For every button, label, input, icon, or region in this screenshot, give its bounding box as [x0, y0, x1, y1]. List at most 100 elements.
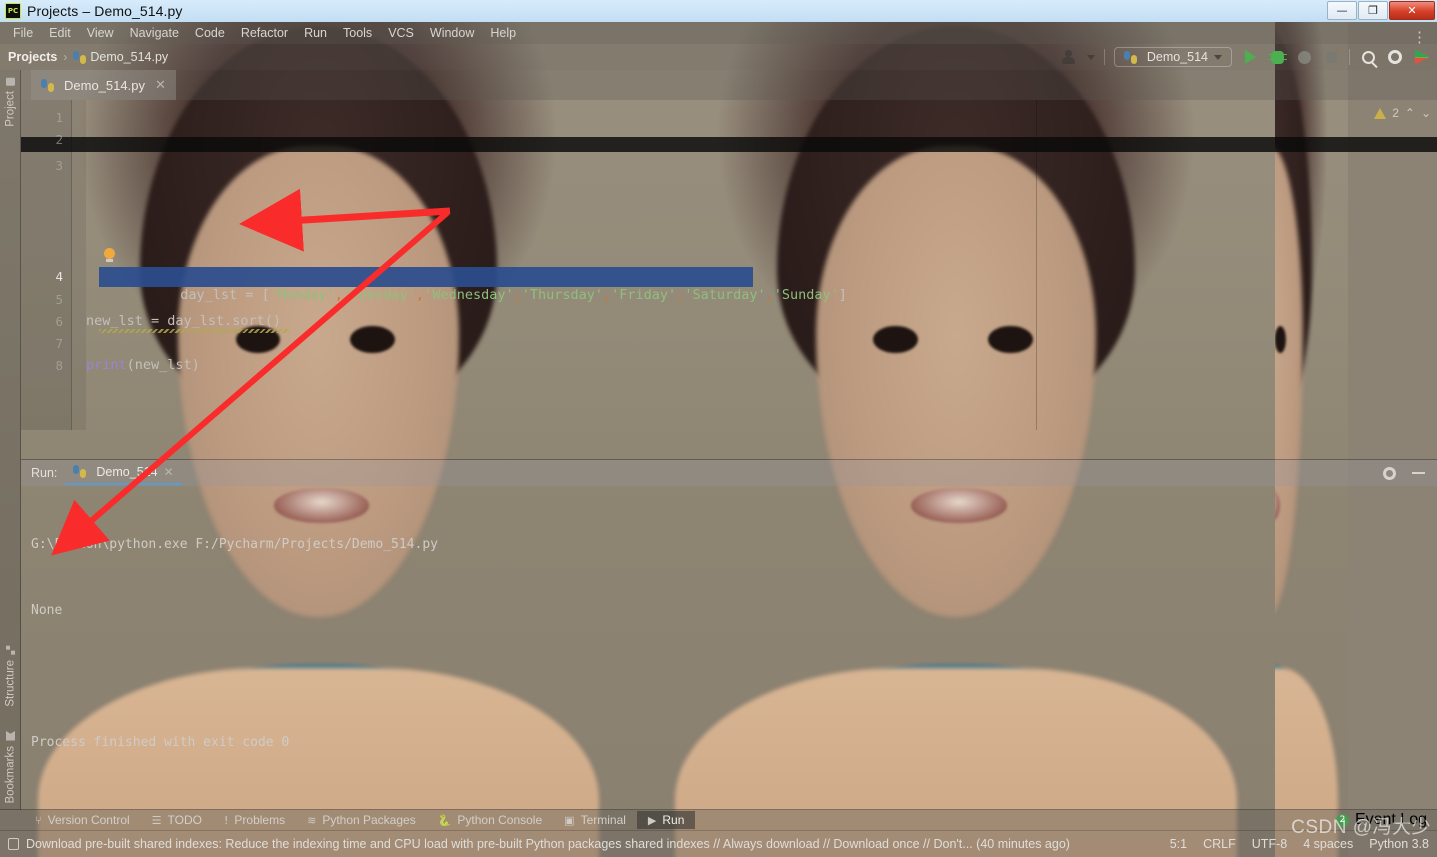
chevron-down-icon[interactable]: ⌄	[1421, 106, 1431, 120]
debug-button[interactable]	[1267, 48, 1287, 66]
warning-count: 2	[1392, 106, 1399, 120]
tool-button-version-control[interactable]: ⑂ Version Control	[24, 811, 141, 829]
chevron-down-icon[interactable]	[1086, 54, 1095, 60]
tool-button-python-packages[interactable]: ≋ Python Packages	[296, 811, 427, 829]
menu-edit[interactable]: Edit	[41, 24, 79, 42]
breadcrumb-separator: ›	[63, 50, 68, 64]
menu-help[interactable]: Help	[482, 24, 524, 42]
tool-button-python-console[interactable]: 🐍 Python Console	[427, 811, 553, 829]
close-icon[interactable]: ✕	[164, 465, 174, 479]
code-line: 8 print(new_lst)	[21, 354, 1437, 376]
stop-button[interactable]	[1322, 48, 1340, 66]
breadcrumb-file[interactable]: Demo_514.py	[90, 50, 168, 64]
warning-icon	[1374, 107, 1387, 119]
inspection-widget[interactable]: 2 ⌃ ⌄	[1374, 106, 1431, 120]
play-icon: ▶	[647, 813, 657, 827]
editor-tab-demo514[interactable]: Demo_514.py ✕	[31, 70, 176, 100]
window-titlebar: Projects – Demo_514.py — ❐ ✕	[0, 0, 1437, 22]
menu-run[interactable]: Run	[296, 24, 335, 42]
jetbrains-toolbox-icon[interactable]	[1413, 48, 1431, 66]
coverage-button[interactable]	[1295, 48, 1313, 66]
sidebar-item-bookmarks[interactable]: Bookmarks	[0, 725, 21, 810]
editor-tab-label: Demo_514.py	[64, 77, 145, 93]
run-tool-window-actions	[1383, 460, 1425, 486]
bookmarks-label: Bookmarks	[4, 746, 17, 804]
python-interpreter[interactable]: Python 3.8	[1369, 837, 1429, 851]
status-bar: Download pre-built shared indexes: Reduc…	[0, 830, 1437, 857]
line-number: 2	[55, 131, 63, 147]
run-console-output[interactable]: G:\Python\python.exe F:/Pycharm/Projects…	[31, 490, 1421, 798]
run-tab-demo514[interactable]: Demo_514 ✕	[65, 462, 182, 485]
minimize-button[interactable]: —	[1327, 1, 1357, 20]
menu-view[interactable]: View	[79, 24, 122, 42]
terminal-icon: ▣	[564, 813, 575, 827]
tool-button-label: Problems	[234, 813, 286, 827]
tool-button-problems[interactable]: ! Problems	[213, 811, 296, 829]
code-editor[interactable]: 1 2 3 4 day_lst = ['Monday','Tuesday','W…	[21, 100, 1437, 430]
code-line: 7	[21, 332, 1437, 354]
menu-navigate[interactable]: Navigate	[122, 24, 187, 42]
menu-file[interactable]: File	[5, 24, 41, 42]
console-line: None	[31, 603, 63, 618]
menu-tools[interactable]: Tools	[335, 24, 380, 42]
navigation-bar-actions: Demo_514	[1061, 44, 1431, 70]
chevron-up-icon[interactable]: ⌃	[1405, 106, 1415, 120]
maximize-button[interactable]: ❐	[1358, 1, 1388, 20]
tool-button-label: TODO	[167, 813, 202, 827]
error-icon: !	[223, 813, 229, 827]
run-configuration-label: Demo_514	[1146, 50, 1208, 64]
pycharm-window: Projects – Demo_514.py — ❐ ✕ File Edit V…	[0, 0, 1437, 857]
run-button[interactable]	[1241, 48, 1259, 66]
left-tool-strip: Project Structure Bookmarks	[0, 70, 21, 810]
editor-options-icon[interactable]: ⋮	[1412, 30, 1427, 45]
menu-refactor[interactable]: Refactor	[233, 24, 296, 42]
tool-button-todo[interactable]: ☰ TODO	[141, 811, 213, 829]
tool-button-run[interactable]: ▶ Run	[636, 811, 696, 829]
bookmark-icon	[6, 731, 15, 741]
status-message[interactable]: Download pre-built shared indexes: Reduc…	[8, 837, 1070, 851]
caret-position[interactable]: 5:1	[1170, 837, 1187, 851]
code-lines: 1 2 3 4 day_lst = ['Monday','Tuesday','W…	[21, 100, 1437, 430]
run-label: Run:	[31, 466, 58, 480]
line-number: 6	[55, 313, 63, 329]
tool-button-label: Terminal	[580, 813, 626, 827]
python-file-icon	[73, 50, 87, 64]
tool-button-terminal[interactable]: ▣ Terminal	[553, 811, 637, 829]
menu-vcs[interactable]: VCS	[380, 24, 422, 42]
indent-setting[interactable]: 4 spaces	[1303, 837, 1353, 851]
breadcrumb-projects[interactable]: Projects	[8, 50, 57, 64]
tool-button-label: Version Control	[47, 813, 130, 827]
close-icon[interactable]: ✕	[155, 77, 166, 93]
code-line-6-text: new_lst = day_lst.sort()	[86, 313, 282, 329]
settings-gear-icon[interactable]	[1386, 48, 1404, 66]
status-message-text: Download pre-built shared indexes: Reduc…	[26, 837, 1070, 851]
menu-code[interactable]: Code	[187, 24, 233, 42]
run-tool-window: Run: Demo_514 ✕ G:\Python\python.exe F:/…	[21, 430, 1437, 810]
python-file-icon	[41, 78, 54, 92]
file-encoding[interactable]: UTF-8	[1252, 837, 1287, 851]
lightbulb-icon[interactable]	[104, 248, 115, 262]
menu-bar: File Edit View Navigate Code Refactor Ru…	[0, 22, 1437, 44]
packages-icon: ≋	[307, 813, 317, 827]
line-number: 1	[55, 109, 63, 125]
close-button[interactable]: ✕	[1389, 1, 1435, 20]
run-configuration-selector[interactable]: Demo_514	[1113, 47, 1232, 67]
watermark: CSDN @冯大少	[1291, 817, 1431, 838]
settings-gear-icon[interactable]	[1383, 466, 1396, 480]
hide-window-icon[interactable]	[1412, 472, 1425, 474]
sidebar-item-project[interactable]: Project	[0, 72, 21, 133]
line-number: 3	[55, 157, 63, 173]
sidebar-item-structure[interactable]: Structure	[0, 640, 21, 713]
code-line: 2	[21, 128, 1437, 150]
tool-button-label: Python Packages	[322, 813, 416, 827]
code-token-print: print	[86, 357, 127, 373]
account-icon[interactable]	[1061, 50, 1078, 64]
menu-window[interactable]: Window	[422, 24, 482, 42]
project-label: Project	[4, 91, 17, 127]
status-bar-widgets: 5:1 CRLF UTF-8 4 spaces Python 3.8	[1170, 837, 1429, 851]
line-separator[interactable]: CRLF	[1203, 837, 1236, 851]
pycharm-icon	[5, 3, 21, 19]
warning-squiggle	[99, 329, 289, 333]
search-everywhere-icon[interactable]	[1359, 48, 1377, 66]
